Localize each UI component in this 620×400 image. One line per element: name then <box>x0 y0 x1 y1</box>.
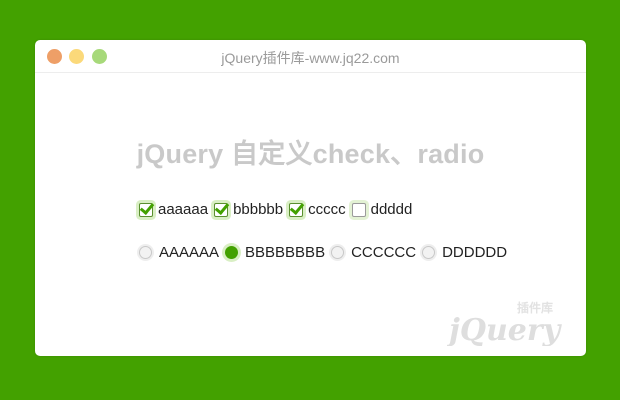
window-title: jQuery插件库-www.jq22.com <box>221 50 400 66</box>
checkbox-label: ccccc <box>308 201 346 218</box>
watermark-brand: jQuery <box>447 313 563 346</box>
browser-window: jQuery插件库-www.jq22.com jQuery 自定义check、r… <box>35 40 586 356</box>
jquery-watermark-logo: 插件库 jQuery <box>447 300 563 346</box>
radio-group: AAAAAA BBBBBBBB CCCCCC DDDDDD <box>139 244 513 261</box>
radio-selected[interactable] <box>225 246 239 259</box>
radio-unselected[interactable] <box>139 246 152 259</box>
checkbox-checked[interactable] <box>139 202 153 217</box>
radio-unselected[interactable] <box>422 246 436 259</box>
radio-label: BBBBBBBB <box>245 244 326 261</box>
checkbox-label: aaaaaa <box>158 201 209 218</box>
radio-label: DDDDDD <box>442 244 508 261</box>
radio-option-c[interactable]: CCCCCC <box>331 244 416 261</box>
radio-label: CCCCCC <box>351 244 417 261</box>
radio-option-a[interactable]: AAAAAA <box>139 244 219 261</box>
radio-label: AAAAAA <box>159 244 220 261</box>
radio-option-b[interactable]: BBBBBBBB <box>225 244 325 261</box>
checkbox-checked[interactable] <box>289 202 304 217</box>
checkbox-option-a[interactable]: aaaaaa <box>139 201 208 218</box>
checkbox-option-b[interactable]: bbbbbb <box>214 201 283 218</box>
radio-option-d[interactable]: DDDDDD <box>422 244 507 261</box>
checkbox-unchecked[interactable] <box>351 202 366 217</box>
window-titlebar: jQuery插件库-www.jq22.com <box>35 40 586 73</box>
checkbox-label: bbbbbb <box>233 201 284 218</box>
checkbox-group: aaaaaa bbbbbb ccccc ddddd <box>139 201 418 218</box>
checkbox-option-c[interactable]: ccccc <box>289 201 346 218</box>
checkbox-option-d[interactable]: ddddd <box>351 201 413 218</box>
page-title: jQuery 自定义check、radio <box>136 139 485 169</box>
checkbox-checked[interactable] <box>214 202 229 217</box>
radio-unselected[interactable] <box>331 246 345 259</box>
checkbox-label: ddddd <box>370 201 413 218</box>
